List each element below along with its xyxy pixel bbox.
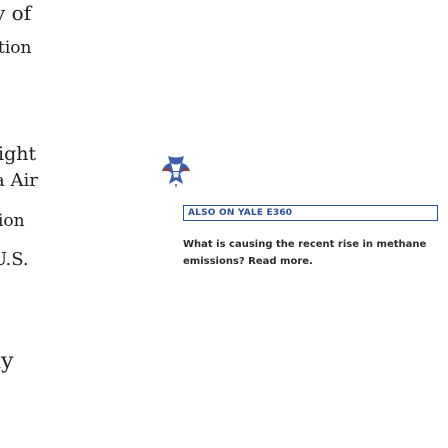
- cropped-text-fragment: tion: [0, 38, 32, 58]
- cropped-text-fragment: y of: [0, 1, 32, 25]
- story-headline-link[interactable]: What is causing the recent rise in metha…: [183, 236, 433, 270]
- cropped-text-fragment: ly: [0, 349, 14, 374]
- page: y of tion ight a Air ion U.S. ly ALSO ON…: [0, 0, 448, 448]
- left-column-cropped-text: y of tion ight a Air ion U.S. ly: [0, 0, 120, 448]
- cropped-text-fragment: ion: [0, 211, 25, 231]
- yale-e360-logo-icon: [162, 156, 190, 188]
- tag-label: ALSO ON YALE E360: [188, 208, 293, 218]
- cropped-text-fragment: a Air: [0, 170, 38, 191]
- also-on-yale-e360-tag[interactable]: ALSO ON YALE E360: [183, 205, 438, 221]
- cropped-text-fragment: U.S.: [0, 249, 29, 270]
- cropped-text-fragment: ight: [0, 143, 37, 165]
